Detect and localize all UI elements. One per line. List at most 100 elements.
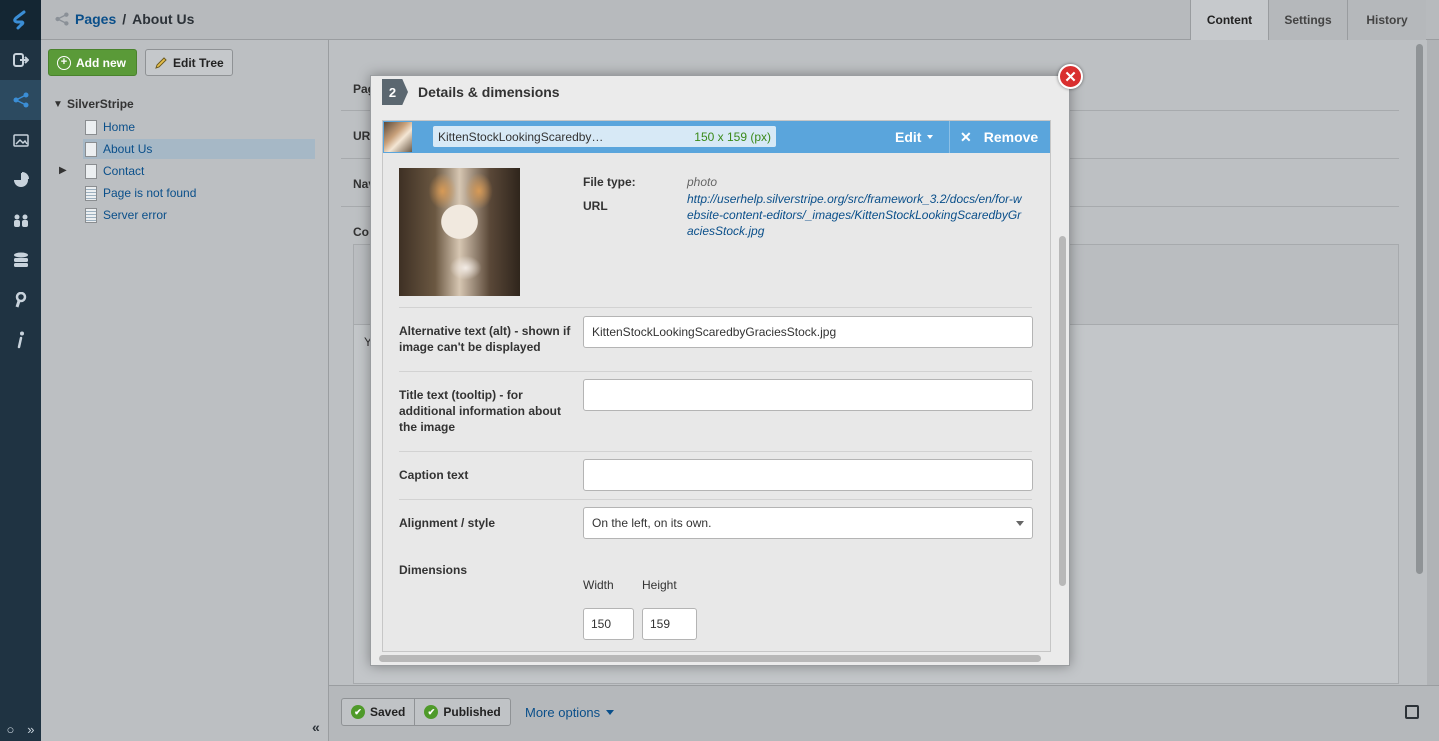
remove-label: Remove (983, 129, 1039, 145)
main-scrollbar[interactable] (1416, 44, 1423, 574)
breadcrumb-separator: / (122, 11, 127, 27)
saved-button[interactable]: ✔ Saved (342, 699, 414, 725)
edit-tree-button[interactable]: Edit Tree (145, 49, 233, 76)
files-icon[interactable] (0, 120, 41, 160)
page-icon (85, 163, 97, 179)
file-bar: KittenStockLookingScaredby… 150 x 159 (p… (383, 121, 1050, 153)
tab-history[interactable]: History (1347, 0, 1426, 40)
tree-item-label: About Us (103, 142, 153, 156)
title-text-label: Title text (tooltip) - for additional in… (399, 388, 561, 434)
app-rail: ○ » (0, 0, 41, 741)
status-circle-icon[interactable]: ○ (6, 722, 14, 737)
more-options-label: More options (525, 705, 601, 720)
site-tree-panel: + Add new Edit Tree ▼ SilverStripe Home … (41, 40, 329, 741)
dimensions-label: Dimensions (399, 563, 468, 577)
height-label: Height (642, 578, 677, 592)
tree-root[interactable]: ▼ SilverStripe (53, 95, 315, 113)
tab-content[interactable]: Content (1190, 0, 1268, 40)
tree-item-label: Server error (103, 208, 168, 222)
tree-item-about-us[interactable]: About Us (83, 139, 315, 159)
width-input[interactable]: 150 (583, 608, 634, 640)
database-icon[interactable] (0, 240, 41, 280)
add-new-label: Add new (76, 55, 126, 70)
edit-file-button[interactable]: Edit (895, 129, 934, 145)
collapse-triangle-icon[interactable]: ▼ (53, 99, 63, 110)
add-new-button[interactable]: + Add new (48, 49, 137, 76)
edit-icon[interactable] (1405, 705, 1419, 719)
divider (399, 371, 1032, 372)
dialog-horizontal-scrollbar[interactable] (379, 655, 1041, 662)
top-bar: Pages / About Us Content Settings Histor… (41, 0, 1439, 40)
rail-footer: ○ » (0, 722, 41, 737)
divider (399, 307, 1032, 308)
published-label: Published (443, 705, 501, 719)
security-icon[interactable] (0, 200, 41, 240)
error-page-icon (85, 185, 97, 201)
file-name-field[interactable]: KittenStockLookingScaredby… 150 x 159 (p… (433, 126, 776, 147)
url-link[interactable]: http://userhelp.silverstripe.org/src/fra… (687, 191, 1027, 239)
pencil-icon (155, 56, 167, 69)
help-icon[interactable] (0, 320, 41, 360)
tree-item-page-not-found[interactable]: Page is not found (83, 183, 315, 203)
remove-file-button[interactable]: ✕ Remove (949, 121, 1050, 153)
image-details-panel: KittenStockLookingScaredby… 150 x 159 (p… (382, 120, 1051, 652)
tree-item-contact[interactable]: Contact (83, 161, 315, 181)
file-thumbnail (384, 122, 412, 152)
file-type-value: photo (687, 175, 718, 189)
pages-tree-icon[interactable] (0, 80, 41, 120)
page-icon (85, 141, 97, 157)
more-options-button[interactable]: More options (525, 705, 615, 720)
caption-text-input[interactable] (583, 459, 1033, 491)
tree-item-label: Home (103, 120, 136, 134)
settings-icon[interactable] (0, 280, 41, 320)
tree-item-home[interactable]: Home (83, 117, 315, 137)
alignment-selected-value: On the left, on its own. (592, 516, 712, 530)
remove-icon: ✕ (960, 128, 972, 145)
caption-text-label: Caption text (399, 468, 469, 482)
divider (399, 451, 1032, 452)
alignment-select[interactable]: On the left, on its own. (583, 507, 1033, 539)
url-label: URL (583, 199, 608, 213)
image-preview (399, 168, 520, 296)
close-dialog-button[interactable]: ✕ (1058, 64, 1083, 89)
collapse-panel-icon[interactable]: « (312, 719, 320, 735)
alt-text-input[interactable]: KittenStockLookingScaredbyGraciesStock.j… (583, 316, 1033, 348)
file-dimensions: 150 x 159 (px) (694, 129, 771, 144)
saved-label: Saved (370, 705, 406, 719)
page-icon (85, 119, 97, 135)
tree-item-server-error[interactable]: Server error (83, 205, 315, 225)
title-text-input[interactable] (583, 379, 1033, 411)
file-name: KittenStockLookingScaredby… (438, 129, 604, 144)
breadcrumb: Pages / About Us (55, 11, 194, 27)
expand-rail-icon[interactable]: » (27, 722, 34, 737)
chevron-down-icon (1016, 521, 1024, 526)
published-button[interactable]: ✔ Published (414, 699, 509, 725)
dialog-title: Details & dimensions (418, 84, 560, 100)
plus-icon: + (57, 55, 71, 70)
tree-root-label: SilverStripe (67, 97, 134, 111)
dialog-vertical-scrollbar[interactable] (1059, 236, 1066, 586)
breadcrumb-current: About Us (132, 11, 195, 27)
height-input[interactable]: 159 (642, 608, 697, 640)
pages-tree-icon (55, 12, 69, 26)
site-tree: ▼ SilverStripe Home About Us Contact ▶ P… (53, 95, 315, 223)
field-label: UR (353, 129, 371, 143)
field-label: Co (353, 225, 369, 239)
expand-triangle-icon[interactable]: ▶ (59, 165, 69, 176)
tree-item-label: Page is not found (103, 186, 197, 200)
step-badge: 2 (382, 79, 408, 105)
breadcrumb-pages-link[interactable]: Pages (75, 11, 116, 27)
error-page-icon (85, 207, 97, 223)
editor-tabs: Content Settings History (1190, 0, 1426, 40)
chevron-down-icon (606, 710, 615, 715)
reports-icon[interactable] (0, 160, 41, 200)
tree-item-label: Contact (103, 164, 145, 178)
silverstripe-logo-icon[interactable] (0, 0, 41, 40)
check-icon: ✔ (424, 705, 439, 719)
alt-text-label: Alternative text (alt) - shown if image … (399, 324, 571, 354)
edit-tree-label: Edit Tree (173, 55, 224, 70)
logout-icon[interactable] (0, 40, 41, 80)
file-type-label: File type: (583, 175, 636, 189)
tab-settings[interactable]: Settings (1268, 0, 1347, 40)
divider (399, 499, 1032, 500)
